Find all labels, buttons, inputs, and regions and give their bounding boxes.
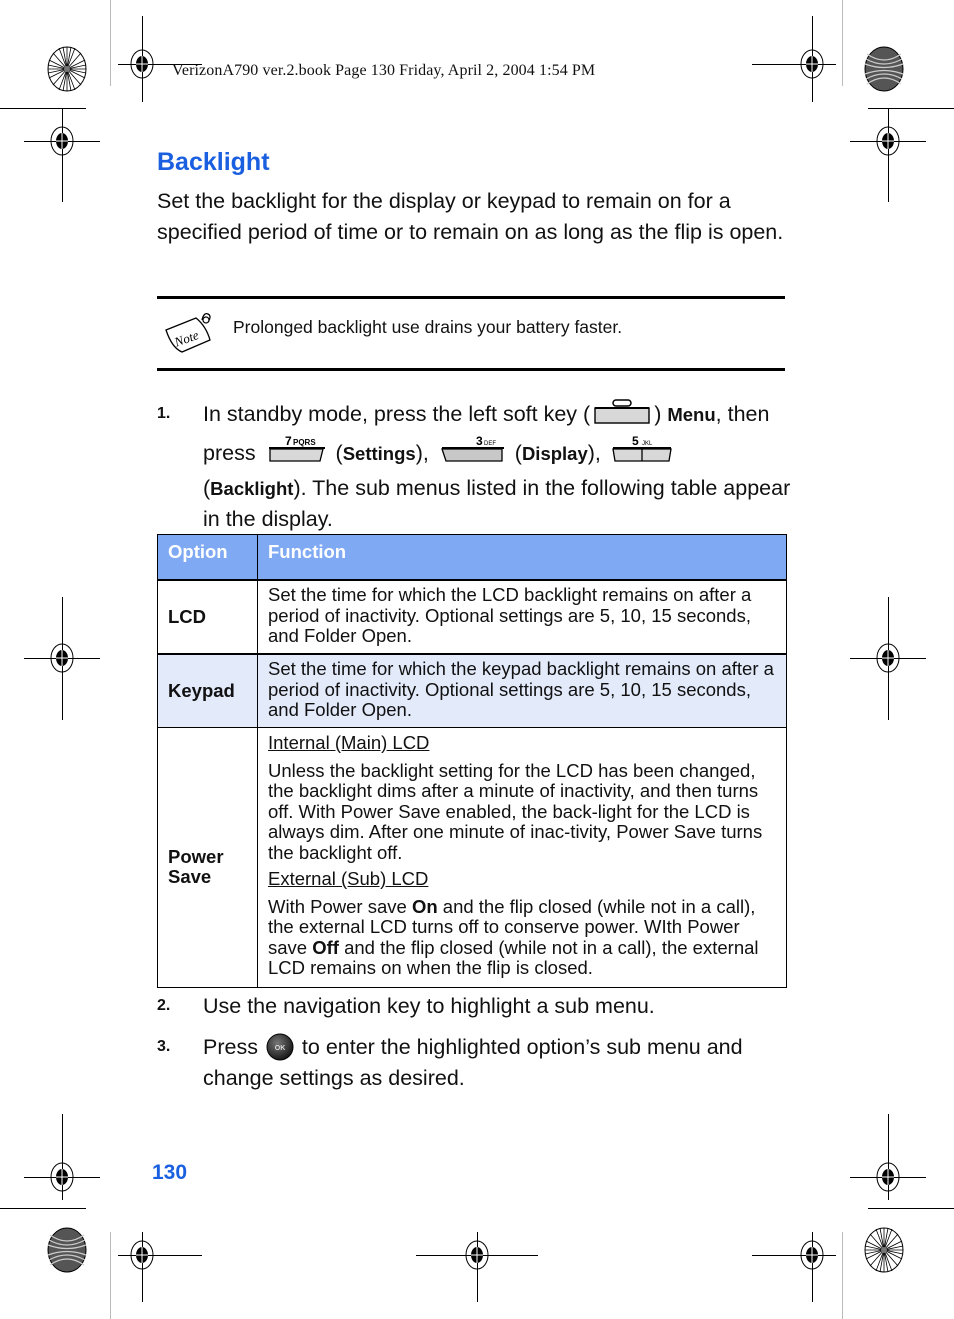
left-soft-key-icon — [593, 399, 651, 434]
text-fragment: and the flip closed (while not in a call… — [268, 936, 759, 978]
menu-label: Menu — [667, 404, 716, 425]
registration-target-icon — [871, 641, 905, 675]
key-5jkl-icon: 5 JKL — [610, 434, 674, 473]
text-fragment: With Power save — [268, 895, 412, 917]
ok-key-icon: OK — [266, 1033, 294, 1061]
registration-target-icon — [871, 124, 905, 158]
key-3def-icon: 3 DEF — [438, 434, 506, 473]
page-number: 130 — [152, 1161, 188, 1184]
section-title: Backlight — [157, 148, 270, 176]
registration-target-icon — [125, 1238, 159, 1272]
step-1-text: In standby mode, press the left soft key… — [203, 399, 793, 535]
moire-target-icon — [47, 1227, 87, 1273]
registration-target-icon — [45, 124, 79, 158]
backlight-label: Backlight — [210, 478, 294, 499]
step-text-fragment: Press — [203, 1035, 264, 1059]
trim-line — [0, 108, 86, 109]
ok-key-label: OK — [275, 1045, 286, 1052]
trim-line — [842, 0, 843, 86]
step-text-fragment: ) — [654, 402, 668, 426]
step-2-text: Use the navigation key to highlight a su… — [203, 994, 655, 1018]
settings-label: Settings — [342, 443, 416, 464]
registration-target-icon — [125, 47, 159, 81]
step-text-fragment: ( — [508, 441, 522, 465]
off-label: Off — [312, 936, 339, 958]
table-row: Keypad Set the time for which the keypad… — [157, 653, 787, 728]
display-label: Display — [521, 443, 588, 464]
option-name: Keypad — [157, 653, 258, 728]
svg-text:JKL: JKL — [642, 441, 653, 447]
note-text: Prolonged backlight use drains your batt… — [233, 317, 623, 337]
step-text-fragment: ( — [329, 441, 343, 465]
star-target-icon — [47, 46, 87, 92]
step-text-fragment: In standby mode, press the left soft key… — [203, 402, 591, 426]
table-row: Power Save Internal (Main) LCD Unless th… — [157, 727, 787, 988]
internal-lcd-heading: Internal (Main) LCD — [268, 732, 430, 753]
column-header-option: Option — [157, 534, 258, 581]
option-function: Internal (Main) LCD Unless the backlight… — [257, 727, 787, 988]
step-text-fragment: ), — [415, 441, 435, 465]
external-lcd-text: With Power save On and the flip closed (… — [268, 895, 778, 979]
registration-target-icon — [45, 1160, 79, 1194]
star-target-icon — [864, 1227, 904, 1273]
svg-text:DEF: DEF — [484, 441, 496, 447]
option-name: Power Save — [157, 727, 258, 988]
registration-target-icon — [871, 1160, 905, 1194]
svg-text:PQRS: PQRS — [293, 438, 316, 447]
column-header-function: Function — [257, 534, 787, 581]
step-number: 2. — [157, 997, 171, 1014]
step-number: 1. — [157, 405, 171, 422]
external-lcd-heading: External (Sub) LCD — [268, 868, 429, 889]
option-function: Set the time for which the keypad backli… — [257, 653, 787, 728]
step-3-text: Press OK to enter the highlighted option… — [203, 1032, 793, 1094]
svg-text:5: 5 — [632, 434, 639, 448]
options-table: Option Function LCD Set the time for whi… — [157, 534, 787, 988]
note-bottom-rule — [157, 368, 785, 371]
svg-text:3: 3 — [476, 434, 483, 448]
key-7pqrs-icon: 7 PQRS — [265, 434, 327, 473]
option-name: LCD — [157, 579, 258, 655]
print-header: VerizonA790 ver.2.book Page 130 Friday, … — [172, 62, 596, 79]
table-header-row: Option Function — [157, 534, 787, 581]
trim-line — [842, 1232, 843, 1319]
note-top-rule — [157, 296, 785, 299]
trim-line — [110, 0, 111, 86]
option-function: Set the time for which the LCD backlight… — [257, 579, 787, 655]
note-icon: Note — [162, 308, 218, 356]
trim-line — [868, 108, 954, 109]
trim-line — [0, 1208, 86, 1209]
registration-target-icon — [795, 1238, 829, 1272]
registration-target-icon — [460, 1238, 494, 1272]
registration-target-icon — [795, 47, 829, 81]
registration-target-icon — [45, 641, 79, 675]
internal-lcd-text: Unless the backlight setting for the LCD… — [268, 759, 763, 863]
trim-line — [868, 1208, 954, 1209]
svg-text:7: 7 — [285, 434, 292, 448]
moire-target-icon — [864, 46, 904, 92]
step-number: 3. — [157, 1038, 171, 1055]
section-intro: Set the backlight for the display or key… — [157, 189, 784, 244]
step-text-fragment: ), — [587, 441, 607, 465]
trim-line — [110, 1232, 111, 1319]
table-row: LCD Set the time for which the LCD backl… — [157, 579, 787, 655]
on-label: On — [411, 895, 438, 917]
